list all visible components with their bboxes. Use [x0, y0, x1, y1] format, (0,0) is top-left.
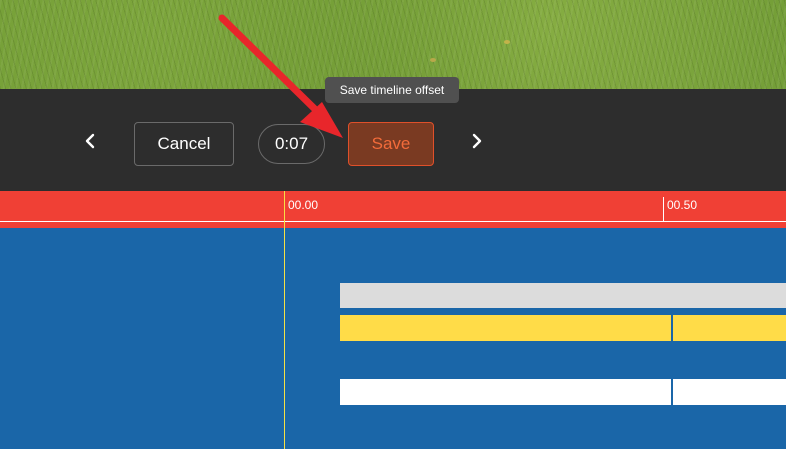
- ruler-tick: [663, 197, 664, 222]
- ruler-baseline: [0, 221, 786, 222]
- ruler-tick-label: 00.00: [288, 198, 319, 212]
- timeline-ruler[interactable]: 00.00 00.50: [0, 191, 786, 228]
- chevron-left-icon: [85, 133, 95, 149]
- timeline-segment[interactable]: [340, 315, 671, 341]
- save-button[interactable]: Save: [348, 122, 434, 166]
- cancel-button[interactable]: Cancel: [134, 122, 234, 166]
- offset-controls-bar: Cancel 0:07 Save: [0, 89, 786, 191]
- save-tooltip: Save timeline offset: [325, 77, 459, 103]
- timeline-segment[interactable]: [673, 379, 786, 405]
- time-offset-display: 0:07: [258, 124, 325, 164]
- timeline-clip[interactable]: [340, 283, 786, 308]
- grass-spot: [430, 58, 436, 62]
- timeline-segment[interactable]: [340, 379, 671, 405]
- chevron-right-icon: [472, 133, 482, 149]
- grass-spot: [504, 40, 510, 44]
- next-button[interactable]: [467, 131, 487, 151]
- previous-button[interactable]: [80, 131, 100, 151]
- ruler-tick-label: 00.50: [667, 198, 698, 212]
- timeline-segment[interactable]: [673, 315, 786, 341]
- playhead[interactable]: [284, 191, 285, 449]
- video-preview: [0, 0, 786, 89]
